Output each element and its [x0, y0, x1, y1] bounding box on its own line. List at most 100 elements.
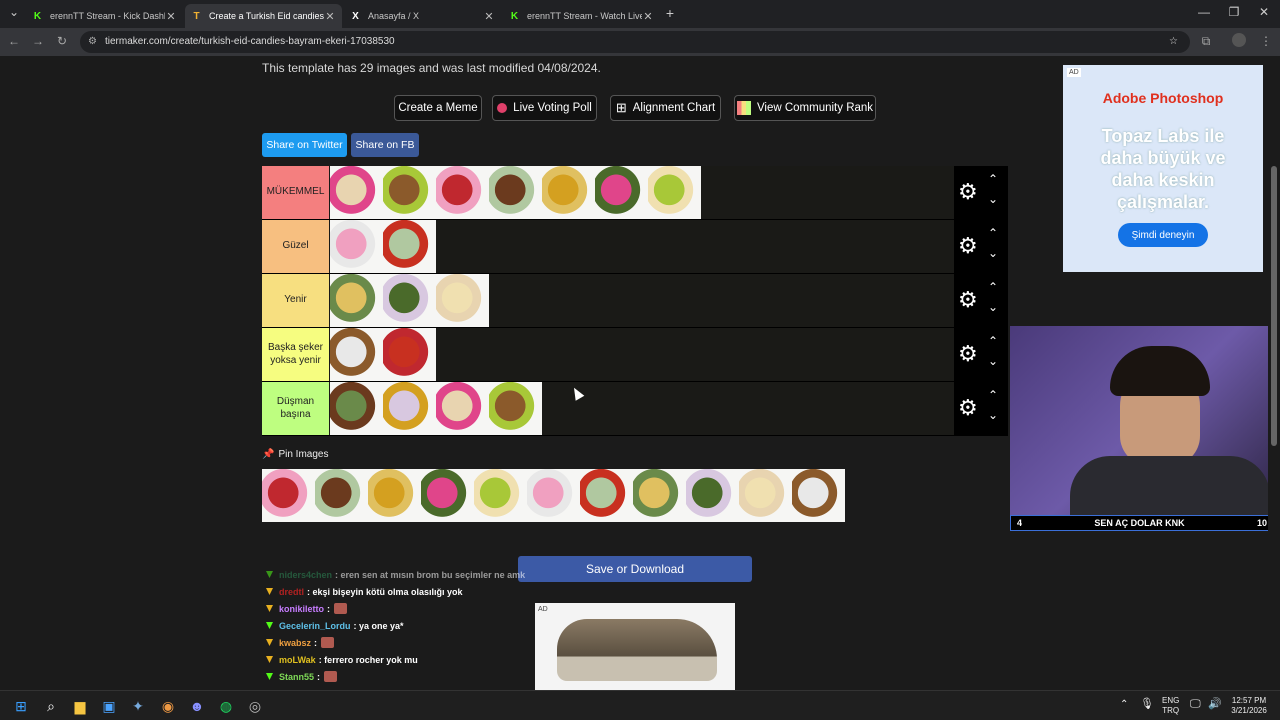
chat-username[interactable]: kwabsz: [279, 638, 311, 648]
gear-icon[interactable]: ⚙: [958, 397, 978, 419]
pool-candy-image[interactable]: [262, 469, 315, 522]
candy-image[interactable]: [383, 382, 436, 435]
chat-username[interactable]: dredtl: [279, 587, 304, 597]
reload-icon[interactable]: ↻: [54, 34, 70, 48]
gear-icon[interactable]: ⚙: [958, 343, 978, 365]
chevron-down-icon[interactable]: ⌄: [988, 192, 998, 206]
pool-candy-image[interactable]: [421, 469, 474, 522]
share-fb-button[interactable]: Share on FB: [351, 133, 419, 157]
bookmark-star-icon[interactable]: ☆: [1169, 31, 1178, 53]
tab-close-icon[interactable]: ✕: [324, 10, 336, 23]
chat-username[interactable]: Gecelerin_Lordu: [279, 621, 351, 631]
ad-photoshop[interactable]: AD Adobe Photoshop Topaz Labs ile daha b…: [1063, 65, 1263, 272]
back-icon[interactable]: ←: [6, 34, 22, 48]
pool-candy-image[interactable]: [474, 469, 527, 522]
candy-image[interactable]: [436, 382, 489, 435]
candy-image[interactable]: [436, 166, 489, 219]
chevron-up-icon[interactable]: ⌃: [988, 388, 998, 402]
candy-image[interactable]: [383, 328, 436, 381]
mic-icon[interactable]: 🎙: [1140, 699, 1154, 710]
profile-avatar[interactable]: [1232, 33, 1246, 47]
app-icon[interactable]: ✦: [128, 696, 148, 716]
pool-candy-image[interactable]: [368, 469, 421, 522]
page-scrollbar[interactable]: [1268, 56, 1280, 690]
candy-image[interactable]: [436, 274, 489, 327]
pool-candy-image[interactable]: [315, 469, 368, 522]
spotify-icon[interactable]: ◍: [216, 696, 236, 716]
chrome-icon[interactable]: ◉: [158, 696, 178, 716]
candy-image[interactable]: [595, 166, 648, 219]
candy-image[interactable]: [330, 166, 383, 219]
language-indicator[interactable]: ENG TRQ: [1162, 696, 1179, 716]
tier-label[interactable]: Yenir: [262, 274, 329, 327]
gear-icon[interactable]: ⚙: [958, 289, 978, 311]
candy-image[interactable]: [648, 166, 701, 219]
candy-image[interactable]: [542, 166, 595, 219]
chevron-down-icon[interactable]: ⌄: [988, 354, 998, 368]
minimize-icon[interactable]: —: [1194, 5, 1214, 19]
search-icon[interactable]: ⌕: [41, 696, 61, 716]
chevron-down-icon[interactable]: ⌄: [988, 408, 998, 422]
chevron-up-icon[interactable]: ⌃: [988, 280, 998, 294]
ad-sneaker[interactable]: AD: [535, 603, 735, 690]
gear-icon[interactable]: ⚙: [958, 235, 978, 257]
restore-icon[interactable]: ❐: [1224, 5, 1244, 19]
forward-icon[interactable]: →: [30, 34, 46, 48]
browser-tab[interactable]: T Create a Turkish Eid candies (B ✕: [185, 4, 342, 28]
pin-images-toggle[interactable]: 📌 Pin Images: [262, 449, 328, 460]
pool-candy-image[interactable]: [580, 469, 633, 522]
live-voting-poll-button[interactable]: Live Voting Poll: [492, 95, 597, 121]
tab-search-icon[interactable]: ⌄: [4, 5, 24, 19]
windows-start-icon[interactable]: ⊞: [11, 696, 31, 716]
share-twitter-button[interactable]: Share on Twitter: [262, 133, 347, 157]
store-icon[interactable]: ▣: [99, 696, 119, 716]
tier-label[interactable]: Düşman başına: [262, 382, 329, 435]
chat-username[interactable]: konikiletto: [279, 604, 324, 614]
ad-cta-button[interactable]: Şimdi deneyin: [1118, 223, 1208, 247]
candy-image[interactable]: [489, 166, 542, 219]
network-icon[interactable]: 🖵: [1190, 699, 1201, 710]
candy-image[interactable]: [383, 220, 436, 273]
scrollbar-thumb[interactable]: [1271, 166, 1277, 446]
new-tab-button[interactable]: +: [660, 5, 680, 21]
site-info-icon[interactable]: ⚙: [88, 31, 97, 53]
chat-username[interactable]: Stann55: [279, 672, 314, 682]
save-download-button[interactable]: Save or Download: [518, 556, 752, 582]
chat-username[interactable]: niders4chen: [279, 570, 332, 580]
tier-label[interactable]: MÜKEMMEL: [262, 166, 329, 219]
tab-close-icon[interactable]: ✕: [165, 10, 177, 23]
chevron-up-icon[interactable]: ⌃: [988, 226, 998, 240]
candy-image[interactable]: [330, 382, 383, 435]
candy-image[interactable]: [330, 274, 383, 327]
chevron-down-icon[interactable]: ⌄: [988, 246, 998, 260]
pool-candy-image[interactable]: [527, 469, 580, 522]
alignment-chart-button[interactable]: ⊞ Alignment Chart: [610, 95, 721, 121]
candy-image[interactable]: [330, 328, 383, 381]
candy-image[interactable]: [489, 382, 542, 435]
browser-tab[interactable]: KerennTT Stream - Watch Live o ✕: [503, 4, 660, 28]
browser-tab[interactable]: X Anasayfa / X ✕: [344, 4, 501, 28]
tab-close-icon[interactable]: ✕: [642, 10, 654, 23]
chevron-down-icon[interactable]: ⌄: [988, 300, 998, 314]
file-explorer-icon[interactable]: ▆: [70, 696, 90, 716]
tier-label[interactable]: Güzel: [262, 220, 329, 273]
chevron-up-icon[interactable]: ⌃: [988, 334, 998, 348]
pool-candy-image[interactable]: [686, 469, 739, 522]
clock[interactable]: 12:57 PM 3/21/2026: [1226, 696, 1272, 716]
discord-icon[interactable]: ☻: [187, 696, 207, 716]
obs-icon[interactable]: ◎: [245, 696, 265, 716]
view-community-rank-button[interactable]: View Community Rank: [734, 95, 876, 121]
candy-image[interactable]: [330, 220, 383, 273]
candy-image[interactable]: [383, 166, 436, 219]
tab-close-icon[interactable]: ✕: [483, 10, 495, 23]
chat-username[interactable]: moLWak: [279, 655, 316, 665]
pool-candy-image[interactable]: [739, 469, 792, 522]
create-meme-button[interactable]: Create a Meme: [394, 95, 482, 121]
tray-chevron-icon[interactable]: ⌃: [1120, 700, 1128, 710]
chevron-up-icon[interactable]: ⌃: [988, 172, 998, 186]
browser-tab[interactable]: KerennTT Stream - Kick Dashboa✕: [26, 4, 183, 28]
extensions-icon[interactable]: ⧉: [1198, 34, 1214, 49]
close-window-icon[interactable]: ✕: [1254, 5, 1274, 19]
candy-image[interactable]: [383, 274, 436, 327]
address-bar[interactable]: ⚙ tiermaker.com/create/turkish-eid-candi…: [80, 31, 1190, 53]
